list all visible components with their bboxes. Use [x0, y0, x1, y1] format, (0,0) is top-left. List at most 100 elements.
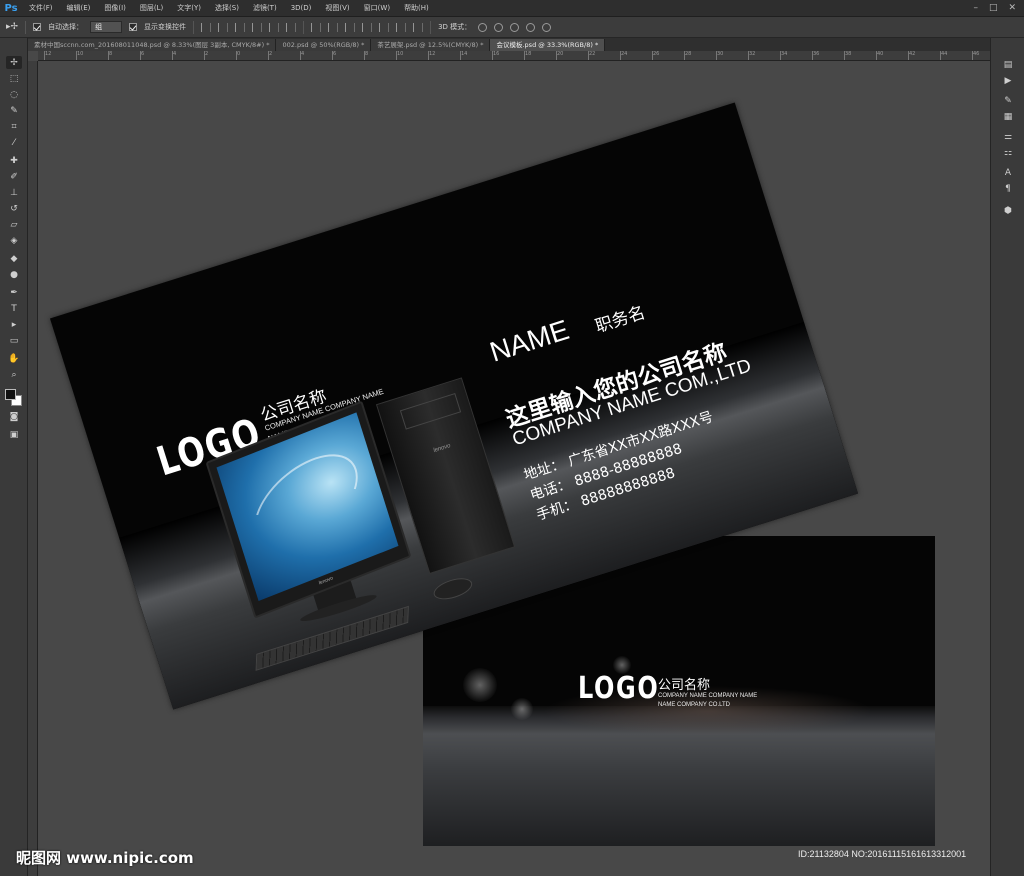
align-bottom-icon[interactable] [235, 22, 246, 32]
menu-filter[interactable]: 滤镜(T) [246, 0, 284, 17]
foreground-color-swatch[interactable] [5, 389, 16, 400]
ruler-number: 16 [493, 51, 500, 57]
history-panel-icon[interactable]: ▤ [1001, 58, 1015, 71]
bokeh-light [511, 698, 533, 720]
lasso-tool-icon[interactable]: ◌ [6, 88, 22, 101]
pen-tool-icon[interactable]: ✒ [6, 286, 22, 299]
color-swatches[interactable] [5, 389, 23, 407]
wallpaper-swoosh [238, 435, 374, 569]
move-tool-preset-icon[interactable]: ▸✢ [6, 22, 18, 32]
hand-tool-icon[interactable]: ✋ [6, 352, 22, 365]
eyedropper-tool-icon[interactable]: ⁄ [6, 136, 22, 149]
quick-select-tool-icon[interactable]: ✎ [6, 104, 22, 117]
menu-select[interactable]: 选择(S) [208, 0, 246, 17]
menu-layer[interactable]: 图层(L) [133, 0, 170, 17]
clone-stamp-tool-icon[interactable]: ⊥ [6, 186, 22, 199]
drag-3d-icon[interactable] [510, 22, 520, 32]
toolbox: ✢ ⬚ ◌ ✎ ⌗ ⁄ ✚ ✐ ⊥ ↺ ▱ ◈ ◆ ● ✒ T ▸ ▭ ✋ ⌕ … [0, 38, 28, 876]
align-hcenter-icon[interactable] [269, 22, 280, 32]
photoshop-window: Ps 文件(F) 编辑(E) 图像(I) 图层(L) 文字(Y) 选择(S) 滤… [0, 0, 1024, 876]
show-transform-checkbox[interactable] [129, 23, 138, 31]
menu-window[interactable]: 窗口(W) [357, 0, 397, 17]
dodge-tool-icon[interactable]: ● [6, 268, 22, 281]
align-top-icon[interactable] [201, 22, 212, 32]
blur-tool-icon[interactable]: ◆ [6, 252, 22, 265]
menu-edit[interactable]: 编辑(E) [60, 0, 98, 17]
show-transform-label: 显示变换控件 [144, 23, 187, 31]
properties-panel-icon[interactable]: ⚌ [1001, 130, 1015, 143]
align-left-icon[interactable] [252, 22, 263, 32]
scale-3d-icon[interactable] [542, 22, 552, 32]
menu-type[interactable]: 文字(Y) [170, 0, 208, 17]
close-button[interactable]: ✕ [1008, 3, 1016, 13]
ruler-number: 34 [781, 51, 788, 57]
ruler-number: 36 [813, 51, 820, 57]
quick-mask-icon[interactable]: ◙ [6, 410, 22, 423]
menu-help[interactable]: 帮助(H) [397, 0, 436, 17]
brush-panel-icon[interactable]: ✎ [1001, 94, 1015, 107]
person-name: NAME [486, 313, 573, 368]
adjustments-panel-icon[interactable]: ▦ [1001, 110, 1015, 123]
auto-select-dropdown[interactable]: 组 [90, 21, 123, 33]
align-vcenter-icon[interactable] [218, 22, 229, 32]
separator [303, 20, 305, 34]
3d-panel-icon[interactable]: ⬢ [1001, 204, 1015, 217]
ruler-number: 12 [429, 51, 436, 57]
distribute-top-icon[interactable] [311, 22, 322, 32]
history-brush-tool-icon[interactable]: ↺ [6, 202, 22, 215]
paragraph-panel-icon[interactable]: ¶ [1001, 182, 1015, 195]
separator [193, 20, 195, 34]
ruler-number: 2 [269, 51, 273, 57]
screen-mode-icon[interactable]: ▣ [6, 428, 22, 441]
ruler-number: 10 [77, 51, 84, 57]
maximize-button[interactable]: □ [989, 3, 998, 13]
menu-image[interactable]: 图像(I) [97, 0, 133, 17]
monitor-brand-label: lenovo [318, 575, 334, 587]
move-tool-icon[interactable]: ✢ [6, 56, 22, 69]
path-select-tool-icon[interactable]: ▸ [6, 318, 22, 331]
menu-view[interactable]: 视图(V) [318, 0, 356, 17]
distribute-vcenter-icon[interactable] [328, 22, 339, 32]
watermark-site: 昵图网 www.nipic.com [16, 849, 194, 867]
distribute-right-icon[interactable] [396, 22, 407, 32]
tab-document-active[interactable]: 会议模板.psd @ 33.3%(RGB/8) * [490, 39, 606, 51]
document-canvas[interactable]: LOGO 公司名称 COMPANY NAME COMPANY NAME NAME… [38, 61, 990, 876]
roll-3d-icon[interactable] [494, 22, 504, 32]
zoom-tool-icon[interactable]: ⌕ [6, 368, 22, 381]
ruler-number: 0 [237, 51, 241, 57]
tab-document-3[interactable]: 茶艺展架.psd @ 12.5%(CMYK/8) * [371, 39, 491, 51]
character-panel-icon[interactable]: A [1001, 166, 1015, 179]
ruler-number: 2 [205, 51, 209, 57]
ruler-number: 6 [333, 51, 337, 57]
rectangle-tool-icon[interactable]: ▭ [6, 334, 22, 347]
ruler-horizontal[interactable]: 12 10 8 6 4 2 0 2 4 6 8 10 12 14 16 18 20 22 24 26 28 30 32 34 3… [38, 51, 990, 61]
tower-drive-panel [399, 393, 462, 430]
layer-comps-panel-icon[interactable]: ⚏ [1001, 146, 1015, 159]
tab-document-1[interactable]: 素材中国sccnn.com_2016080110​48.psd @ 8.33%(… [28, 39, 277, 51]
auto-align-icon[interactable] [413, 22, 424, 32]
paint-bucket-tool-icon[interactable]: ◈ [6, 234, 22, 247]
eraser-tool-icon[interactable]: ▱ [6, 218, 22, 231]
ruler-number: 12 [45, 51, 52, 57]
tab-document-2[interactable]: 002.psd @ 50%(RGB/8) * [276, 39, 372, 51]
actions-panel-icon[interactable]: ▶ [1001, 74, 1015, 87]
auto-select-checkbox[interactable] [33, 23, 42, 31]
align-right-icon[interactable] [286, 22, 297, 32]
rotate-3d-icon[interactable] [478, 22, 488, 32]
slide-3d-icon[interactable] [526, 22, 536, 32]
type-tool-icon[interactable]: T [6, 302, 22, 315]
healing-brush-tool-icon[interactable]: ✚ [6, 154, 22, 167]
distribute-hcenter-icon[interactable] [379, 22, 390, 32]
distribute-bottom-icon[interactable] [345, 22, 356, 32]
minimize-button[interactable]: – [973, 3, 978, 13]
distribute-left-icon[interactable] [362, 22, 373, 32]
marquee-tool-icon[interactable]: ⬚ [6, 72, 22, 85]
document-tabs: 素材中国sccnn.com_2016080110​48.psd @ 8.33%(… [28, 38, 990, 51]
ruler-vertical[interactable] [28, 61, 38, 876]
menu-file[interactable]: 文件(F) [22, 0, 60, 17]
brush-tool-icon[interactable]: ✐ [6, 170, 22, 183]
photoshop-logo: Ps [4, 2, 18, 14]
crop-tool-icon[interactable]: ⌗ [6, 120, 22, 133]
ruler-number: 38 [845, 51, 852, 57]
menu-3d[interactable]: 3D(D) [284, 0, 319, 17]
